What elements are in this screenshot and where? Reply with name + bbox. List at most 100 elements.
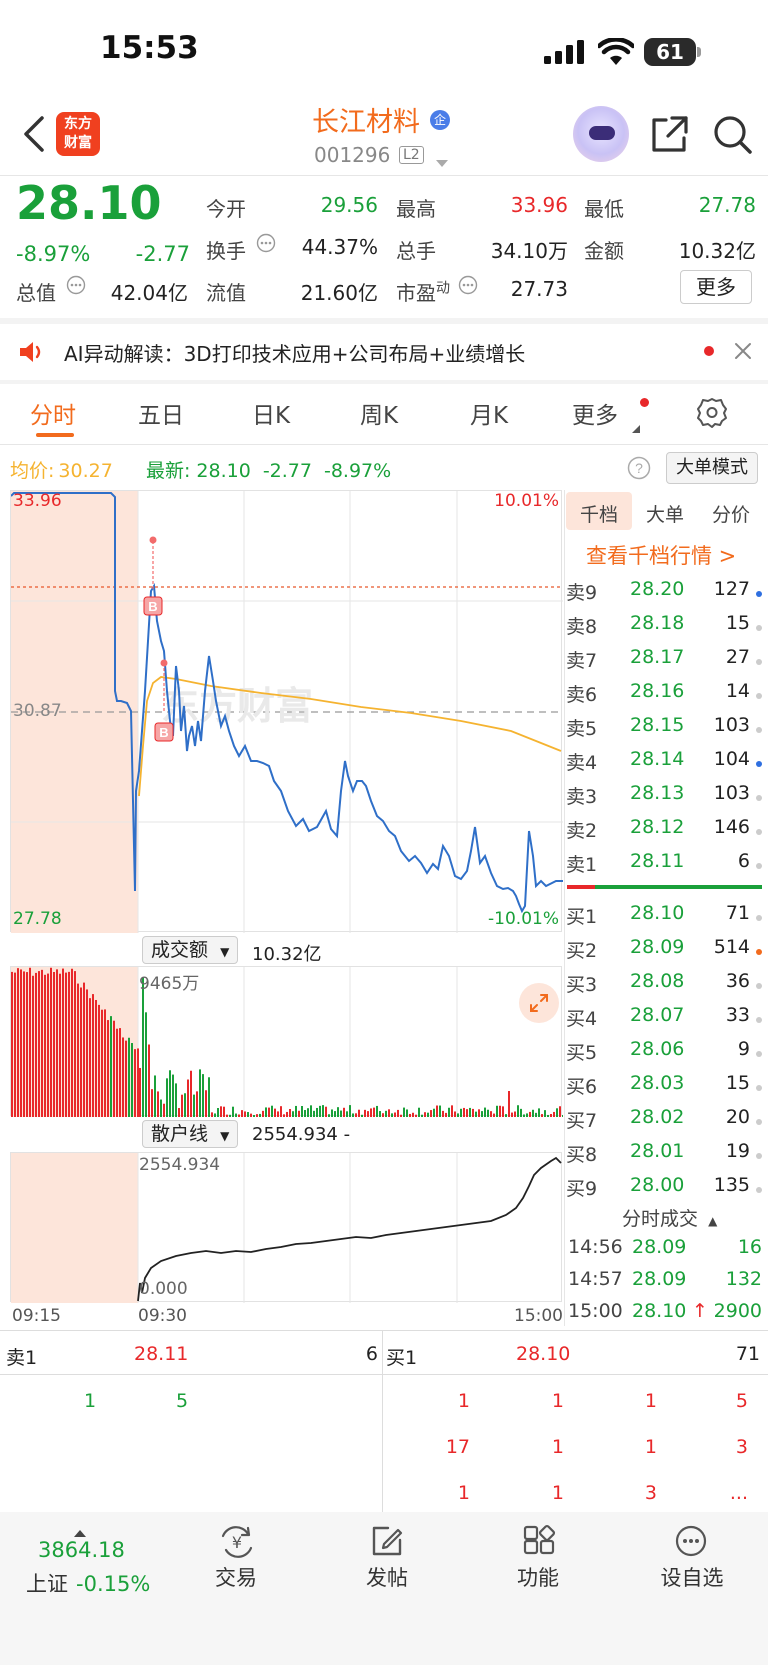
ask-row[interactable]: 卖2 28.12 146 [566, 816, 762, 850]
open-label: 今开 [206, 197, 246, 221]
ask-price: 28.17 [630, 646, 685, 668]
tab-intraday[interactable]: 分时 [30, 396, 76, 430]
bid-ask-ratio-bar [567, 885, 762, 889]
volume-indicator-selector[interactable]: 成交额 ▼ [142, 936, 239, 964]
tab-thousand-level[interactable]: 千档 [580, 500, 618, 527]
ask-marker-dot [756, 693, 762, 699]
amount-label: 金额 [584, 239, 624, 263]
float-label: 流值 [206, 281, 246, 305]
ask-row[interactable]: 卖5 28.15 103 [566, 714, 762, 748]
trade-price: 28.09 [632, 1236, 687, 1258]
retail-chart[interactable]: 2554.934 0.000 [10, 1152, 562, 1303]
retail-indicator-selector[interactable]: 散户线 ▼ [142, 1120, 239, 1148]
tab-weekly-k[interactable]: 周K [360, 396, 398, 430]
tab-five-day[interactable]: 五日 [138, 396, 184, 430]
trade-row: 14:57 28.09 132 [568, 1268, 764, 1302]
settings-gear-icon[interactable] [696, 396, 728, 432]
trade-volume: 16 [737, 1236, 762, 1258]
float-value: 21.60亿 [300, 281, 378, 305]
bid-marker-dot [756, 1119, 762, 1125]
trades-title[interactable]: 分时成交 ▲ [622, 1204, 717, 1231]
nav-post[interactable]: 发帖 [337, 1562, 437, 1592]
stock-name[interactable]: 长江材料 [312, 100, 420, 139]
trade-time: 14:57 [568, 1268, 623, 1290]
back-icon[interactable] [22, 114, 46, 158]
bid-row[interactable]: 买8 28.01 19 [566, 1140, 762, 1174]
tab-more[interactable]: 更多 [572, 396, 618, 430]
pe-value: 27.73 [510, 277, 568, 301]
tape-bid-queue-item: ... [729, 1482, 748, 1504]
bid-row[interactable]: 买9 28.00 135 [566, 1174, 762, 1208]
share-icon[interactable] [650, 114, 690, 158]
ask-row[interactable]: 卖4 28.14 104 [566, 748, 762, 782]
ask-row[interactable]: 卖9 28.20 127 [566, 578, 762, 612]
chart-bottom-left-price: 27.78 [13, 909, 62, 929]
tabs-divider [0, 444, 768, 445]
ask-row[interactable]: 卖7 28.17 27 [566, 646, 762, 680]
expand-icon[interactable] [519, 983, 559, 1023]
trade-price: 28.09 [632, 1268, 687, 1290]
view-thousand-level-link[interactable]: 查看千档行情 > [586, 540, 736, 570]
avg-value: 30.27 [58, 460, 113, 482]
help-icon[interactable]: ? [627, 456, 651, 484]
bid-row[interactable]: 买2 28.09 514 [566, 936, 762, 970]
ask-row[interactable]: 卖1 28.11 6 [566, 850, 762, 884]
tape-bid-queue-item: 1 [551, 1482, 564, 1504]
functions-grid-icon[interactable] [522, 1524, 556, 1558]
info-more-icon[interactable] [256, 233, 276, 257]
bid-row[interactable]: 买3 28.08 36 [566, 970, 762, 1004]
logo-text-2: 财富 [64, 135, 92, 151]
ai-banner-text[interactable]: AI异动解读：3D打印技术应用+公司布局+业绩增长 [64, 338, 525, 367]
bid-level-label: 买7 [566, 1110, 598, 1132]
tape-ask-queue-item: 1 [84, 1390, 97, 1412]
bid-marker-dot [756, 983, 762, 989]
bid-row[interactable]: 买1 28.10 71 [566, 902, 762, 936]
index-name[interactable]: 上证 -0.15% [26, 1568, 150, 1598]
chevron-down-icon[interactable] [436, 153, 448, 172]
bid-level-label: 买2 [566, 940, 598, 962]
more-quote-button[interactable]: 更多 [680, 270, 752, 304]
post-edit-icon[interactable] [370, 1524, 404, 1558]
chart-mid-price: 30.87 [13, 701, 62, 721]
ask-marker-dot [756, 659, 762, 665]
app-logo: 东方 财富 [56, 112, 100, 156]
big-order-mode-button[interactable]: 大单模式 [666, 452, 758, 484]
stock-code[interactable]: 001296 [314, 143, 390, 167]
search-icon[interactable] [712, 114, 754, 160]
enterprise-badge: 企 [430, 110, 450, 130]
bid-row[interactable]: 买4 28.07 33 [566, 1004, 762, 1038]
ratio-bar-red [567, 885, 595, 889]
nav-add-watchlist[interactable]: 设自选 [642, 1562, 742, 1592]
volume-chart[interactable]: 9465万 [10, 966, 563, 1117]
tab-daily-k[interactable]: 日K [252, 396, 290, 430]
ask-marker-dot [756, 863, 762, 869]
more-dots-icon[interactable] [674, 1524, 708, 1558]
ask-row[interactable]: 卖3 28.13 103 [566, 782, 762, 816]
bid-price: 28.06 [630, 1038, 685, 1060]
time-axis-end: 15:00 [514, 1306, 563, 1326]
index-value[interactable]: 3864.18 [38, 1538, 125, 1562]
ask-price: 28.16 [630, 680, 685, 702]
latest-line: 最新: 28.10 -2.77 -8.97% [146, 456, 391, 483]
ask-row[interactable]: 卖6 28.16 14 [566, 680, 762, 714]
ask-price: 28.20 [630, 578, 685, 600]
tape-ask-queue-item: 5 [176, 1390, 189, 1412]
nav-functions[interactable]: 功能 [488, 1562, 588, 1592]
trade-icon[interactable]: ¥ [218, 1524, 253, 1558]
nav-trade[interactable]: 交易 [186, 1562, 286, 1592]
info-more-icon[interactable] [66, 275, 86, 299]
close-icon[interactable] [734, 342, 752, 364]
notification-dot [704, 346, 714, 356]
bid-row[interactable]: 买6 28.03 15 [566, 1072, 762, 1106]
ask-row[interactable]: 卖8 28.18 15 [566, 612, 762, 646]
tab-big-orders[interactable]: 大单 [646, 500, 684, 527]
time-axis-open: 09:30 [138, 1306, 187, 1326]
bid-row[interactable]: 买7 28.02 20 [566, 1106, 762, 1140]
price-chart[interactable]: 东方财富 B B 33.96 10.01% 30.87 27.78 -10.01… [10, 490, 563, 933]
tab-monthly-k[interactable]: 月K [470, 396, 508, 430]
chart-top-left-price: 33.96 [13, 491, 62, 511]
tab-price-split[interactable]: 分价 [712, 500, 750, 527]
level2-badge[interactable]: L2 [399, 146, 424, 164]
bid-row[interactable]: 买5 28.06 9 [566, 1038, 762, 1072]
info-more-icon[interactable] [458, 275, 478, 299]
